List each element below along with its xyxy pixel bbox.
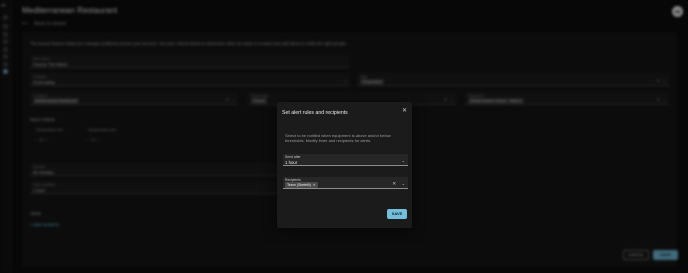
recipient-chip-label: Team (Sketelli): [287, 183, 311, 187]
chevron-down-icon: ⌄: [401, 181, 405, 186]
recipient-chip[interactable]: Team (Sketelli) ✕: [285, 182, 318, 188]
clear-icon[interactable]: ✕: [392, 181, 396, 186]
modal-description: Select to be notified when equipment is …: [285, 133, 391, 144]
modal-title: Set alert rules and recipients: [282, 110, 348, 116]
remove-chip-icon[interactable]: ✕: [313, 183, 316, 187]
modal-save-button[interactable]: SAVE: [387, 209, 407, 219]
send-after-value: 1 hour: [285, 159, 298, 165]
recipients-select[interactable]: Recipients Team (Sketelli) ✕ ✕ ⌄: [283, 177, 408, 189]
chevron-down-icon: ⌄: [401, 158, 405, 163]
send-after-label: Send after: [285, 155, 301, 160]
close-icon[interactable]: ✕: [402, 108, 407, 114]
send-after-select[interactable]: Send after 1 hour ⌄: [283, 154, 408, 166]
